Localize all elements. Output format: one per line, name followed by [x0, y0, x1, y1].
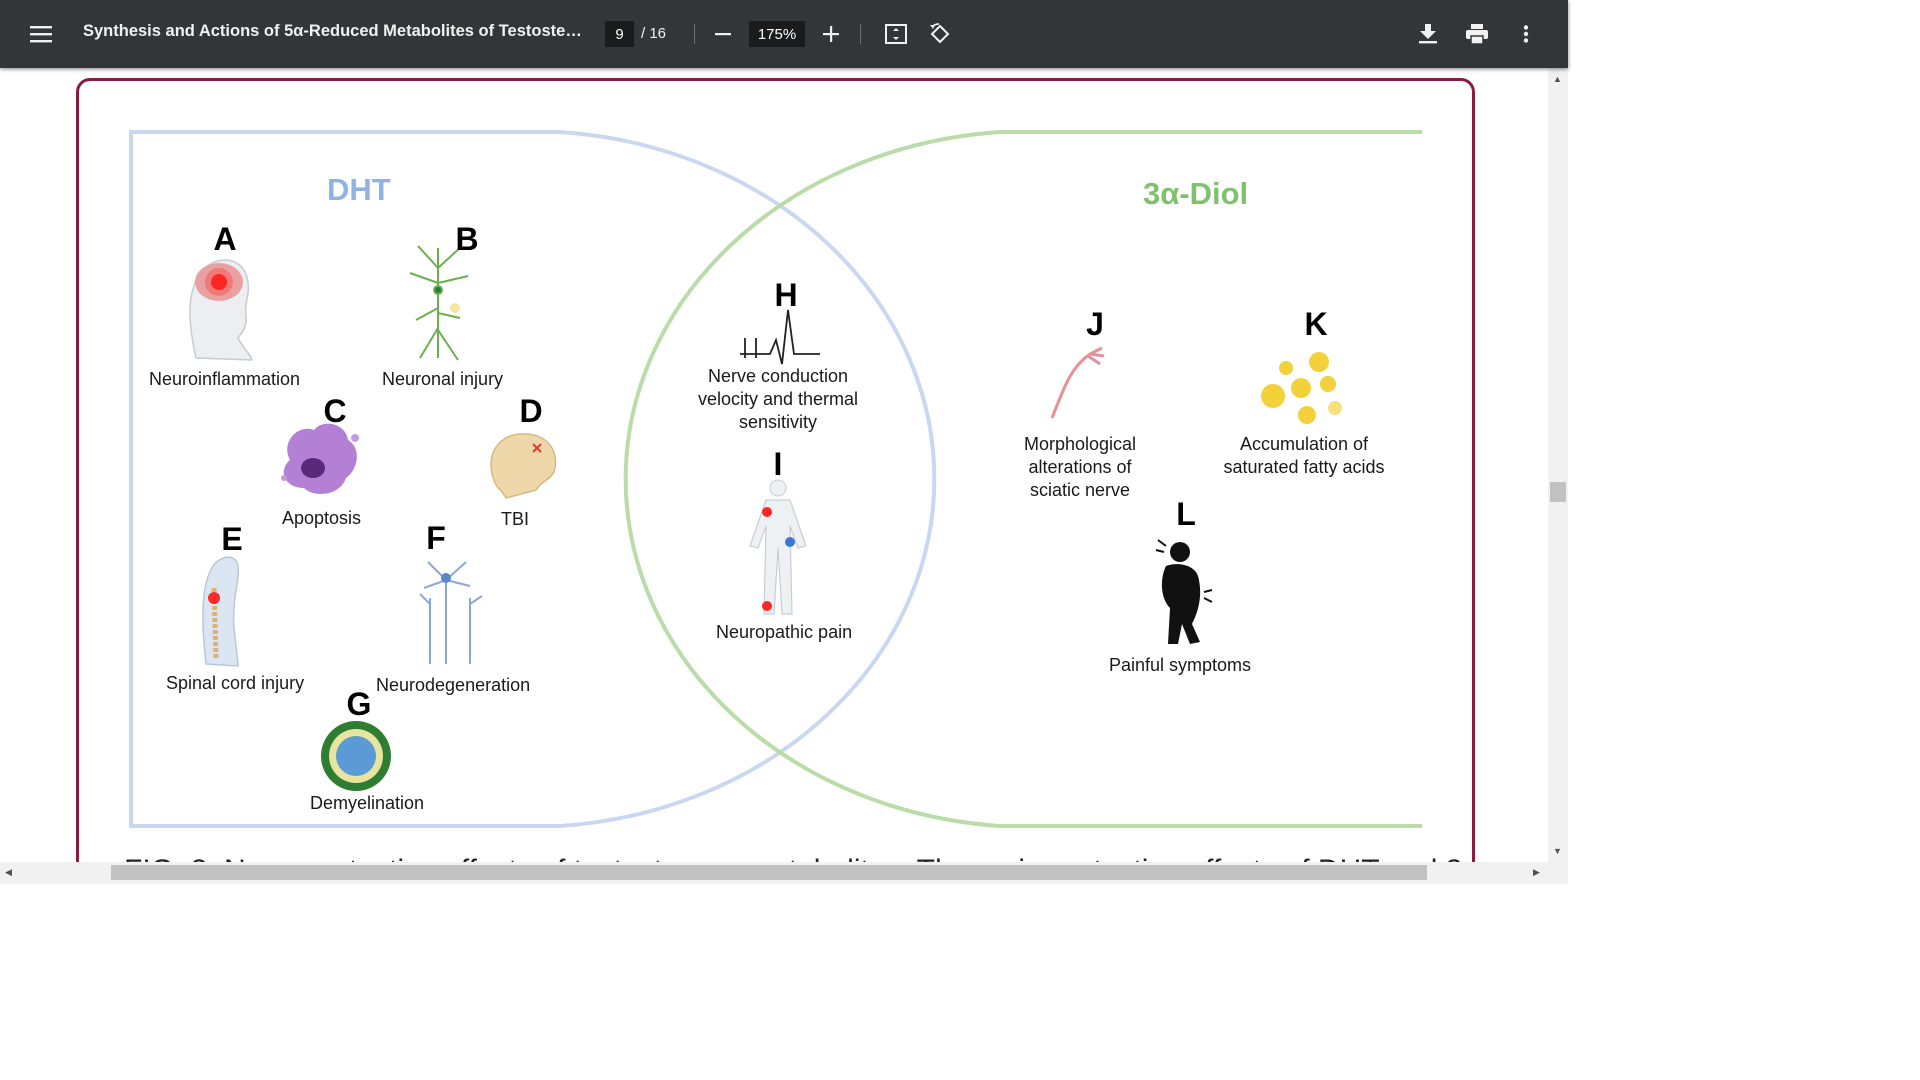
item-j-label-line: Morphological [1023, 434, 1137, 454]
dht-group-title: DHT [327, 172, 391, 207]
item-c-label: Apoptosis [282, 508, 362, 528]
item-e-letter: E [221, 521, 243, 557]
fatty-acid-droplets-icon [1261, 352, 1342, 424]
item-k-letter: K [1304, 306, 1328, 342]
item-g-label: Demyelination [310, 793, 425, 813]
item-h-label-line: Nerve conduction [707, 366, 849, 386]
vertical-scrollbar[interactable] [1548, 68, 1568, 862]
item-f-label: Neurodegeneration [376, 675, 531, 695]
download-icon[interactable] [1414, 21, 1442, 47]
item-b-label: Neuronal injury [382, 369, 504, 389]
print-icon[interactable] [1462, 21, 1492, 47]
item-j-label: Morphological alterations of sciatic ner… [1010, 433, 1150, 502]
horizontal-scroll-thumb[interactable] [111, 865, 1427, 880]
apoptosis-cell-icon [281, 423, 359, 494]
item-i-letter: I [773, 446, 783, 482]
item-a-label: Neuroinflammation [149, 369, 301, 389]
item-d-label: TBI [501, 509, 530, 529]
sciatic-nerve-icon [1050, 346, 1105, 419]
head-brain-icon [189, 259, 253, 361]
item-c-letter: C [323, 393, 347, 429]
neurodegeneration-icon [419, 561, 483, 664]
item-h-label-line: sensitivity [738, 412, 818, 432]
vertical-scroll-thumb[interactable] [1550, 482, 1566, 502]
item-h-label-line: velocity and thermal [697, 389, 859, 409]
item-d-letter: D [519, 393, 543, 429]
more-vert-icon[interactable] [1514, 21, 1538, 47]
item-f-letter: F [426, 520, 446, 556]
neuron-injury-icon [409, 245, 469, 361]
item-k-label-line: saturated fatty acids [1223, 457, 1385, 477]
item-l-label: Painful symptoms [1109, 655, 1252, 675]
page-total: / 16 [641, 25, 667, 42]
myelin-axon-icon [321, 721, 391, 791]
toolbar-divider [694, 24, 695, 44]
document-viewport[interactable]: DHT 3α-Diol A Neuroinflammation B Neuron… [0, 68, 1548, 862]
item-k-label: Accumulation of saturated fatty acids [1212, 433, 1396, 479]
item-i-label: Neuropathic pain [716, 622, 853, 642]
pdf-toolbar: Synthesis and Actions of 5α-Reduced Meta… [0, 0, 1568, 68]
scroll-right-arrow-icon[interactable]: ▶ [1533, 867, 1540, 878]
rotate-icon[interactable] [926, 21, 954, 47]
scroll-up-arrow-icon[interactable]: ▲ [1553, 74, 1562, 84]
skull-icon [490, 433, 557, 499]
item-a-letter: A [213, 221, 237, 257]
scroll-left-arrow-icon[interactable]: ◀ [5, 867, 12, 878]
item-b-letter: B [455, 221, 479, 257]
zoom-out-icon[interactable] [710, 22, 736, 46]
hamburger-menu-icon[interactable] [26, 20, 56, 48]
item-g-letter: G [346, 686, 372, 722]
page-number-input[interactable] [605, 21, 634, 47]
scroll-down-arrow-icon[interactable]: ▼ [1553, 846, 1562, 856]
zoom-level-input[interactable] [749, 21, 805, 47]
zoom-in-icon[interactable] [818, 22, 844, 46]
nerve-conduction-trace-icon [740, 309, 820, 365]
item-l-letter: L [1176, 496, 1196, 532]
document-title: Synthesis and Actions of 5α-Reduced Meta… [83, 22, 583, 40]
fit-page-icon[interactable] [882, 21, 910, 47]
spine-icon [202, 556, 240, 667]
person-in-pain-icon [1155, 539, 1213, 644]
item-j-label-line: alterations of [1028, 457, 1132, 477]
diol-group-title: 3α-Diol [1143, 176, 1249, 211]
figure-caption: FIG. 2. Neuroprotective effects of testo… [124, 854, 1462, 862]
human-body-pain-icon [749, 479, 807, 615]
item-j-letter: J [1086, 306, 1104, 342]
item-j-label-line: sciatic nerve [1029, 480, 1131, 500]
item-h-letter: H [774, 277, 798, 313]
item-e-label: Spinal cord injury [166, 673, 305, 693]
item-k-label-line: Accumulation of [1239, 434, 1369, 454]
toolbar-divider [860, 24, 861, 44]
item-h-label: Nerve conduction velocity and thermal se… [688, 365, 868, 434]
